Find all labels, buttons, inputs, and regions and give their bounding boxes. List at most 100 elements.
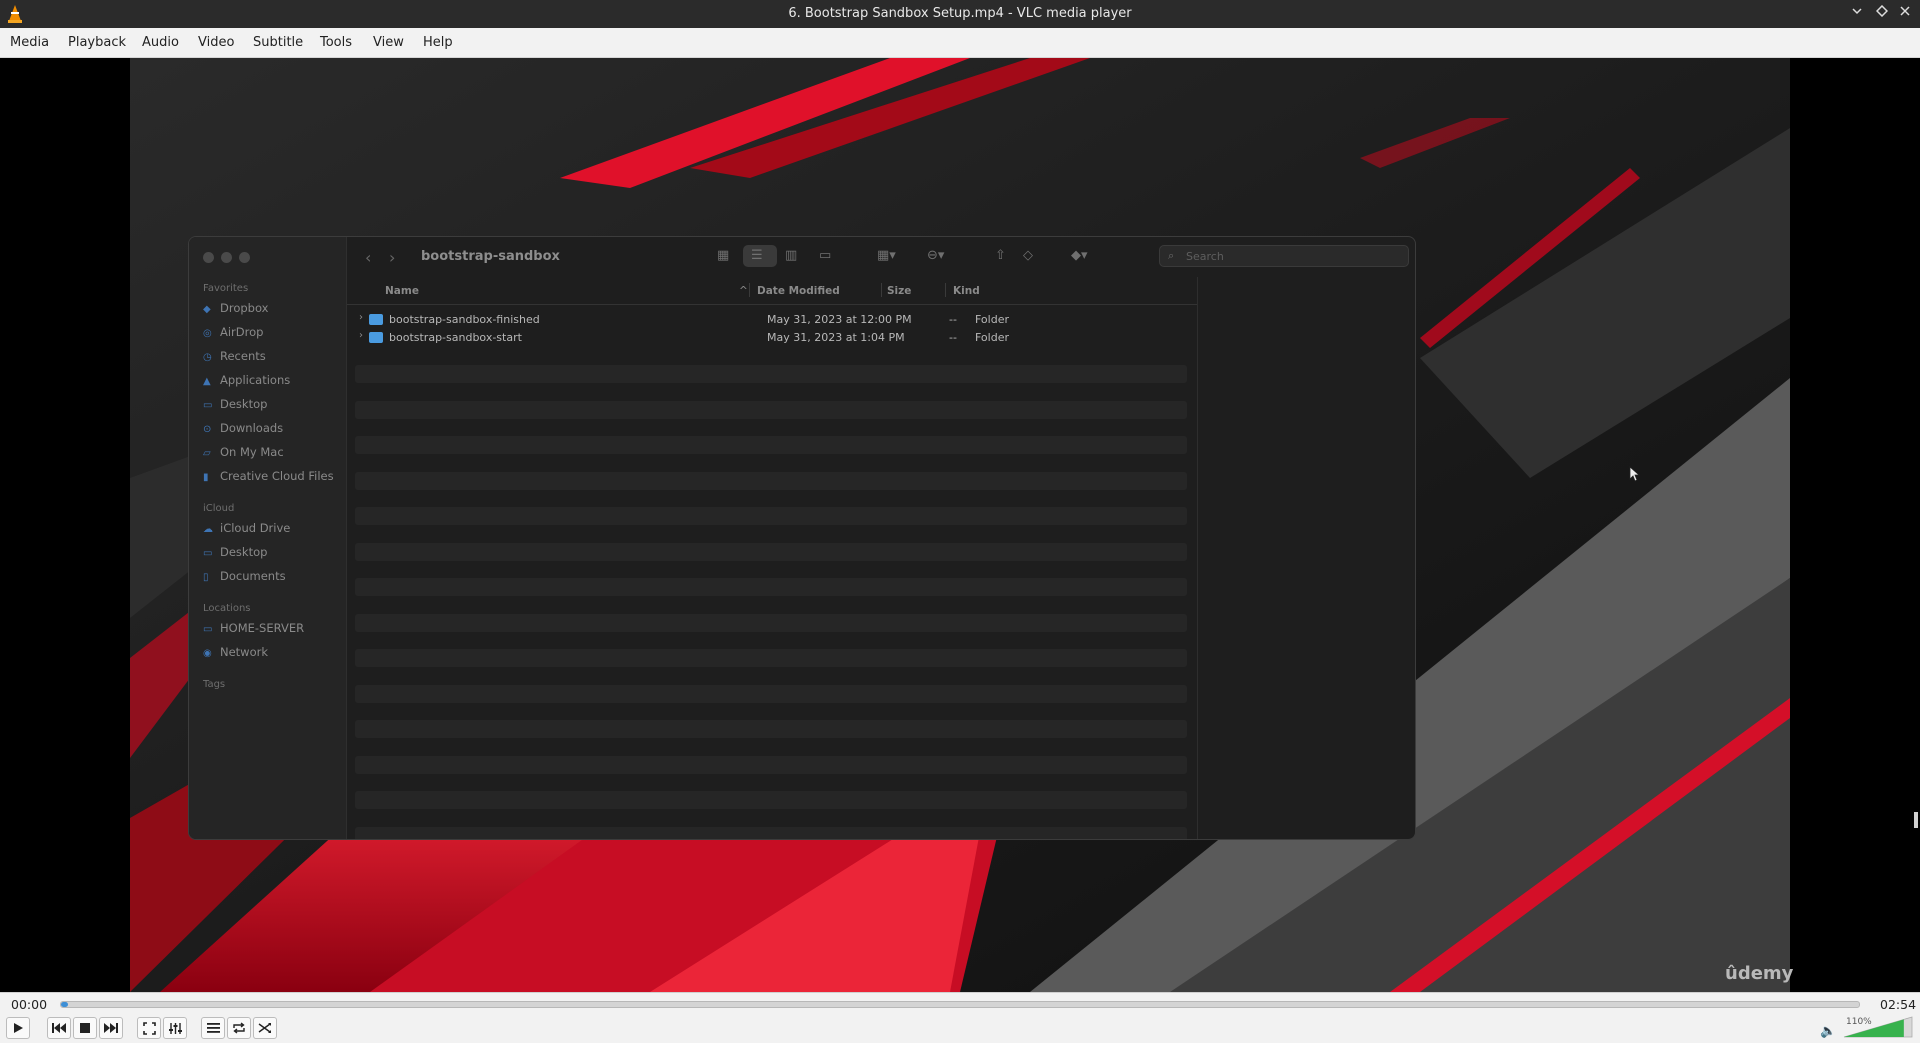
sidebar-item-documents: ▯ Documents (203, 569, 286, 583)
stop-icon (80, 1023, 90, 1033)
folder-icon (369, 314, 383, 325)
back-chevron-icon: ‹ (365, 248, 372, 267)
menu-audio[interactable]: Audio (142, 35, 179, 50)
skip-back-icon (52, 1023, 66, 1033)
playlist-button[interactable] (201, 1017, 225, 1039)
column-view-icon: ▥ (785, 248, 798, 263)
empty-row-stripe (355, 791, 1187, 809)
shuffle-button[interactable] (253, 1017, 277, 1039)
finder-file-list: Name ^ Date Modified Size Kind › bootstr… (347, 277, 1197, 839)
sidebar-item-on-my-mac: ▱ On My Mac (203, 445, 284, 459)
play-button[interactable] (6, 1017, 30, 1039)
shuffle-icon (258, 1023, 271, 1033)
sort-chevron-up-icon: ^ (739, 285, 748, 297)
cloud-icon: ☁ (203, 524, 213, 535)
playlist-icon (206, 1023, 220, 1033)
sidebar-item-icloud-desktop: ▭ Desktop (203, 545, 268, 559)
play-icon (14, 1023, 23, 1033)
menu-bar: Media Playback Audio Video Subtitle Tool… (0, 28, 1920, 58)
minimize-dot-icon (221, 252, 232, 263)
download-icon: ⊙ (203, 424, 212, 435)
tag-icon: ◇ (1023, 248, 1033, 263)
finder-sidebar: Favorites ◆ Dropbox ◎ AirDrop ◷ Recents ▲ Ap… (189, 237, 347, 839)
finder-toolbar: ‹ › bootstrap-sandbox ▦ ☰ ▥ ▭ ▦▾ ⊖▾ ⇧ ◇ … (347, 237, 1415, 277)
stop-button[interactable] (73, 1017, 97, 1039)
next-button[interactable] (99, 1017, 123, 1039)
menu-view[interactable]: View (373, 35, 404, 50)
previous-button[interactable] (47, 1017, 71, 1039)
speaker-icon[interactable]: 🔈 (1820, 1024, 1836, 1039)
empty-row-stripe (355, 507, 1187, 525)
close-button[interactable] (1896, 5, 1914, 23)
sidebar-item-home-server: ▭ HOME-SERVER (203, 621, 305, 635)
window-title: 6. Bootstrap Sandbox Setup.mp4 - VLC med… (788, 6, 1132, 21)
clock-icon: ◷ (203, 352, 212, 363)
minimize-button[interactable] (1848, 5, 1866, 23)
diamond-icon (1875, 4, 1889, 18)
column-separator (945, 283, 946, 297)
column-separator (749, 283, 750, 297)
dropbox-menu-icon: ◆▾ (1071, 248, 1088, 263)
maximize-button[interactable] (1873, 4, 1891, 23)
icon-view-icon: ▦ (717, 248, 730, 263)
menu-subtitle[interactable]: Subtitle (253, 35, 303, 50)
sidebar-item-icloud-drive: ☁ iCloud Drive (203, 521, 291, 535)
globe-icon: ◉ (203, 648, 212, 659)
chevron-right-icon: › (359, 330, 363, 341)
desktop-icon: ▭ (203, 548, 213, 559)
folder-icon (369, 332, 383, 343)
menu-playback[interactable]: Playback (68, 35, 126, 50)
menu-media[interactable]: Media (10, 35, 49, 50)
column-header-name: Name (385, 285, 419, 297)
title-bar: 6. Bootstrap Sandbox Setup.mp4 - VLC med… (0, 0, 1920, 28)
loop-icon (233, 1022, 245, 1034)
seek-bar[interactable] (60, 1001, 1860, 1008)
airdrop-icon: ◎ (203, 328, 212, 339)
zoom-dot-icon (239, 252, 250, 263)
loop-button[interactable] (227, 1017, 251, 1039)
empty-row-stripe (355, 755, 1187, 774)
extended-settings-button[interactable] (163, 1017, 187, 1039)
document-icon: ▯ (203, 572, 209, 583)
close-dot-icon (203, 252, 214, 263)
sidebar-heading-locations: Locations (203, 603, 251, 614)
fullscreen-button[interactable] (137, 1017, 161, 1039)
edge-marker (1914, 812, 1918, 828)
list-view-icon: ☰ (751, 248, 763, 263)
header-divider (347, 304, 1197, 305)
action-icon: ⊖▾ (927, 248, 945, 263)
menu-video[interactable]: Video (198, 35, 234, 50)
sidebar-item-recents: ◷ Recents (203, 349, 266, 363)
video-area[interactable]: Favorites ◆ Dropbox ◎ AirDrop ◷ Recents ▲ Ap… (0, 58, 1920, 992)
folder-icon: ▱ (203, 448, 211, 459)
elapsed-time: 00:00 (11, 997, 48, 1012)
finder-search-field: ⌕ Search (1159, 245, 1409, 267)
list-item: › bootstrap-sandbox-start May 31, 2023 a… (359, 330, 1009, 344)
column-header-size: Size (887, 285, 912, 297)
volume-percent-label: 110% (1846, 1017, 1872, 1027)
empty-row-stripe (355, 613, 1187, 632)
empty-row-stripe (355, 436, 1187, 454)
desktop-icon: ▭ (203, 400, 213, 411)
sidebar-heading-icloud: iCloud (203, 503, 235, 514)
server-icon: ▭ (203, 624, 213, 635)
group-icon: ▦▾ (877, 248, 896, 263)
sidebar-item-dropbox: ◆ Dropbox (203, 301, 269, 315)
sidebar-item-airdrop: ◎ AirDrop (203, 325, 264, 339)
mouse-cursor-icon (1629, 466, 1641, 482)
sidebar-item-applications: ▲ Applications (203, 373, 291, 387)
sidebar-item-creative-cloud: ▮ Creative Cloud Files (203, 469, 334, 483)
seek-bar-fill (61, 1002, 69, 1007)
list-item: › bootstrap-sandbox-finished May 31, 202… (359, 312, 1009, 326)
menu-tools[interactable]: Tools (320, 35, 352, 50)
applications-icon: ▲ (203, 376, 211, 387)
finder-path-title: bootstrap-sandbox (421, 249, 560, 264)
menu-help[interactable]: Help (423, 35, 453, 50)
forward-chevron-icon: › (389, 248, 396, 267)
fullscreen-icon (142, 1021, 156, 1035)
column-separator (881, 283, 882, 297)
sidebar-item-network: ◉ Network (203, 645, 269, 659)
empty-row-stripe (355, 720, 1187, 738)
skip-forward-icon (104, 1023, 118, 1033)
empty-row-stripe (355, 578, 1187, 596)
